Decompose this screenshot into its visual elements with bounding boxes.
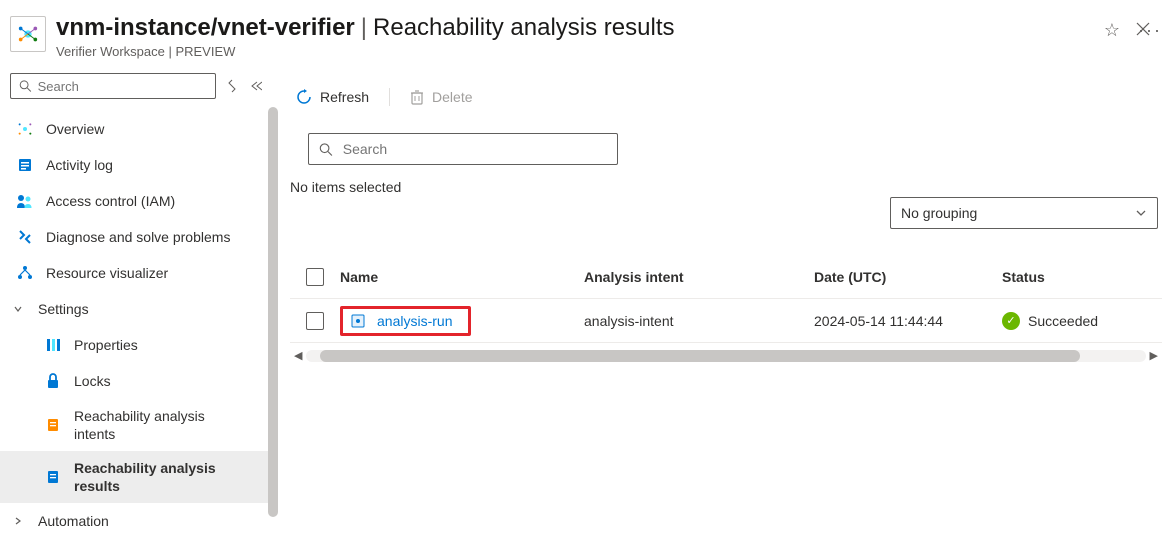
select-all-checkbox[interactable] xyxy=(306,268,324,286)
table-header: Name Analysis intent Date (UTC) Status xyxy=(290,255,1162,299)
success-icon: ✓ xyxy=(1002,312,1020,330)
title-separator: | xyxy=(361,14,367,42)
row-checkbox[interactable] xyxy=(306,312,324,330)
scrollbar-track[interactable] xyxy=(306,350,1145,362)
sidebar-item-label: Overview xyxy=(46,121,104,137)
sidebar-search-input[interactable] xyxy=(38,79,207,94)
sidebar-item-locks[interactable]: Locks xyxy=(0,363,278,399)
diagnose-icon xyxy=(16,228,34,246)
column-header-intent[interactable]: Analysis intent xyxy=(584,269,814,285)
grouping-value: No grouping xyxy=(901,205,977,221)
sidebar-item-resource-visualizer[interactable]: Resource visualizer xyxy=(0,255,278,291)
sidebar-item-label: Reachability analysis intents xyxy=(74,407,224,443)
cell-intent: analysis-intent xyxy=(584,313,814,329)
refresh-icon xyxy=(296,89,312,105)
column-header-date[interactable]: Date (UTC) xyxy=(814,269,1002,285)
sidebar-item-label: Activity log xyxy=(46,157,113,173)
refresh-button[interactable]: Refresh xyxy=(290,85,375,109)
intents-icon xyxy=(44,416,62,434)
command-bar: Refresh Delete xyxy=(290,81,1162,113)
button-label: Delete xyxy=(432,89,472,105)
scrollbar-thumb[interactable] xyxy=(268,107,278,517)
delete-icon xyxy=(410,89,424,105)
scroll-right-arrow[interactable]: ▶ xyxy=(1146,349,1162,362)
page-subtitle: Verifier Workspace | PREVIEW xyxy=(56,44,1104,59)
sidebar-item-label: Settings xyxy=(38,301,89,317)
sidebar-section-automation[interactable]: Automation xyxy=(0,503,278,539)
sidebar-item-diagnose[interactable]: Diagnose and solve problems xyxy=(0,219,278,255)
chevron-right-icon xyxy=(12,516,24,526)
chevron-down-icon xyxy=(12,304,24,314)
results-search-input[interactable] xyxy=(343,141,607,157)
toolbar-divider xyxy=(389,88,390,106)
sidebar-item-activity-log[interactable]: Activity log xyxy=(0,147,278,183)
result-name-link[interactable]: analysis-run xyxy=(377,313,452,329)
result-icon xyxy=(349,312,367,330)
sidebar-item-access-control[interactable]: Access control (IAM) xyxy=(0,183,278,219)
sidebar-item-label: Reachability analysis results xyxy=(74,459,224,495)
grouping-dropdown[interactable]: No grouping xyxy=(890,197,1158,229)
search-icon xyxy=(19,79,32,93)
page-title: vnm-instance/vnet-verifier | Reachabilit… xyxy=(56,14,1104,42)
table-row: analysis-run analysis-intent 2024-05-14 … xyxy=(290,299,1162,343)
locks-icon xyxy=(44,372,62,390)
sidebar-item-label: Diagnose and solve problems xyxy=(46,229,230,245)
collapse-icon xyxy=(248,80,262,92)
favorite-button[interactable]: ☆ xyxy=(1104,20,1120,41)
cell-date: 2024-05-14 11:44:44 xyxy=(814,313,1002,329)
sidebar-expand-toggle[interactable] xyxy=(228,79,236,93)
scrollbar-thumb[interactable] xyxy=(320,350,1079,362)
status-text: Succeeded xyxy=(1028,313,1098,329)
results-table: Name Analysis intent Date (UTC) Status a… xyxy=(290,255,1162,362)
resource-icon xyxy=(10,16,46,52)
selection-status: No items selected xyxy=(290,179,1162,195)
sidebar-item-properties[interactable]: Properties xyxy=(0,327,278,363)
delete-button: Delete xyxy=(404,85,478,109)
resource-visualizer-icon xyxy=(16,264,34,282)
sidebar-item-overview[interactable]: Overview xyxy=(0,111,278,147)
scroll-left-arrow[interactable]: ◀ xyxy=(290,349,306,362)
column-header-status[interactable]: Status xyxy=(1002,269,1162,285)
sidebar-section-settings[interactable]: Settings xyxy=(0,291,278,327)
sidebar-collapse-button[interactable] xyxy=(248,80,262,92)
sidebar: Overview Activity log Access control (IA… xyxy=(0,69,278,550)
sidebar-item-label: Access control (IAM) xyxy=(46,193,175,209)
activity-log-icon xyxy=(16,156,34,174)
expand-collapse-icon xyxy=(228,79,236,93)
results-icon xyxy=(44,468,62,486)
page-header: vnm-instance/vnet-verifier | Reachabilit… xyxy=(0,0,1172,69)
button-label: Refresh xyxy=(320,89,369,105)
close-button[interactable] xyxy=(1132,18,1154,40)
search-icon xyxy=(319,142,333,157)
workspace-icon xyxy=(17,23,39,45)
sidebar-item-label: Automation xyxy=(38,513,109,529)
sidebar-item-label: Resource visualizer xyxy=(46,265,168,281)
sidebar-search[interactable] xyxy=(10,73,216,99)
sidebar-item-reachability-intents[interactable]: Reachability analysis intents xyxy=(0,399,278,451)
overview-icon xyxy=(16,120,34,138)
chevron-down-icon xyxy=(1135,207,1147,219)
sidebar-item-label: Properties xyxy=(74,337,138,353)
sidebar-item-label: Locks xyxy=(74,373,111,389)
breadcrumb: vnm-instance/vnet-verifier xyxy=(56,14,355,42)
horizontal-scrollbar[interactable]: ◀ ▶ xyxy=(290,349,1162,362)
status-badge: ✓ Succeeded xyxy=(1002,312,1162,330)
properties-icon xyxy=(44,336,62,354)
sidebar-item-reachability-results[interactable]: Reachability analysis results xyxy=(0,451,278,503)
sidebar-scrollbar[interactable] xyxy=(268,107,278,550)
page-title-text: Reachability analysis results xyxy=(373,14,674,42)
column-header-name[interactable]: Name xyxy=(340,269,584,285)
main-content: Refresh Delete No items selected No grou… xyxy=(278,69,1172,550)
access-control-icon xyxy=(16,192,34,210)
results-search[interactable] xyxy=(308,133,618,165)
close-icon xyxy=(1136,22,1150,36)
